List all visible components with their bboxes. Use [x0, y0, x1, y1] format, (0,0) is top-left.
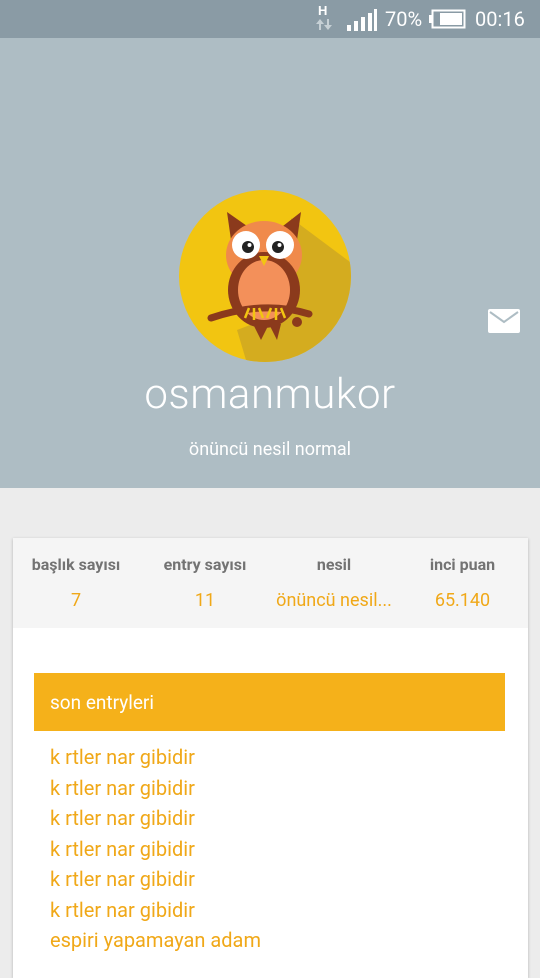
entry-link[interactable]: k rtler nar gibidir — [50, 834, 500, 865]
recent-entries-header: son entryleri — [34, 673, 505, 731]
status-bar: H 70% 00:16 — [0, 0, 540, 38]
entry-link[interactable]: k rtler nar gibidir — [50, 773, 500, 804]
stat-label: inci puan — [429, 555, 496, 574]
entry-link[interactable]: k rtler nar gibidir — [50, 864, 500, 895]
stats-row: başlık sayısı 7 entry sayısı 11 nesil ön… — [13, 538, 528, 628]
entry-link[interactable]: k rtler nar gibidir — [50, 895, 500, 926]
avatar[interactable] — [179, 190, 365, 376]
entry-link[interactable]: k rtler nar gibidir — [50, 803, 500, 834]
entry-link[interactable]: k rtler nar gibidir — [50, 742, 500, 773]
profile-header: osmanmukor önüncü nesil normal — [0, 38, 540, 488]
profile-title: önüncü nesil normal — [188, 439, 352, 460]
stat-label: başlık sayısı — [31, 555, 121, 574]
battery-icon — [429, 9, 466, 29]
battery-percent: 70% — [385, 7, 423, 31]
stat-value: 65.140 — [434, 590, 491, 611]
signal-icon — [347, 9, 377, 31]
network-h-icon: H — [316, 3, 332, 30]
profile-username: osmanmukor — [144, 370, 396, 419]
stat-value: önüncü nesil... — [276, 590, 392, 611]
owl-avatar-icon — [179, 190, 351, 362]
mail-icon[interactable] — [488, 309, 520, 333]
stat-label: nesil — [316, 555, 352, 574]
entry-link[interactable]: espiri yapamayan adam — [50, 925, 500, 956]
svg-text:H: H — [318, 3, 327, 18]
stat-value: 11 — [194, 590, 216, 611]
status-clock: 00:16 — [475, 7, 525, 31]
profile-card: başlık sayısı 7 entry sayısı 11 nesil ön… — [13, 538, 528, 978]
stat-label: entry sayısı — [163, 555, 247, 574]
recent-entries-list: k rtler nar gibidir k rtler nar gibidir … — [50, 742, 500, 956]
stat-value: 7 — [70, 590, 82, 611]
